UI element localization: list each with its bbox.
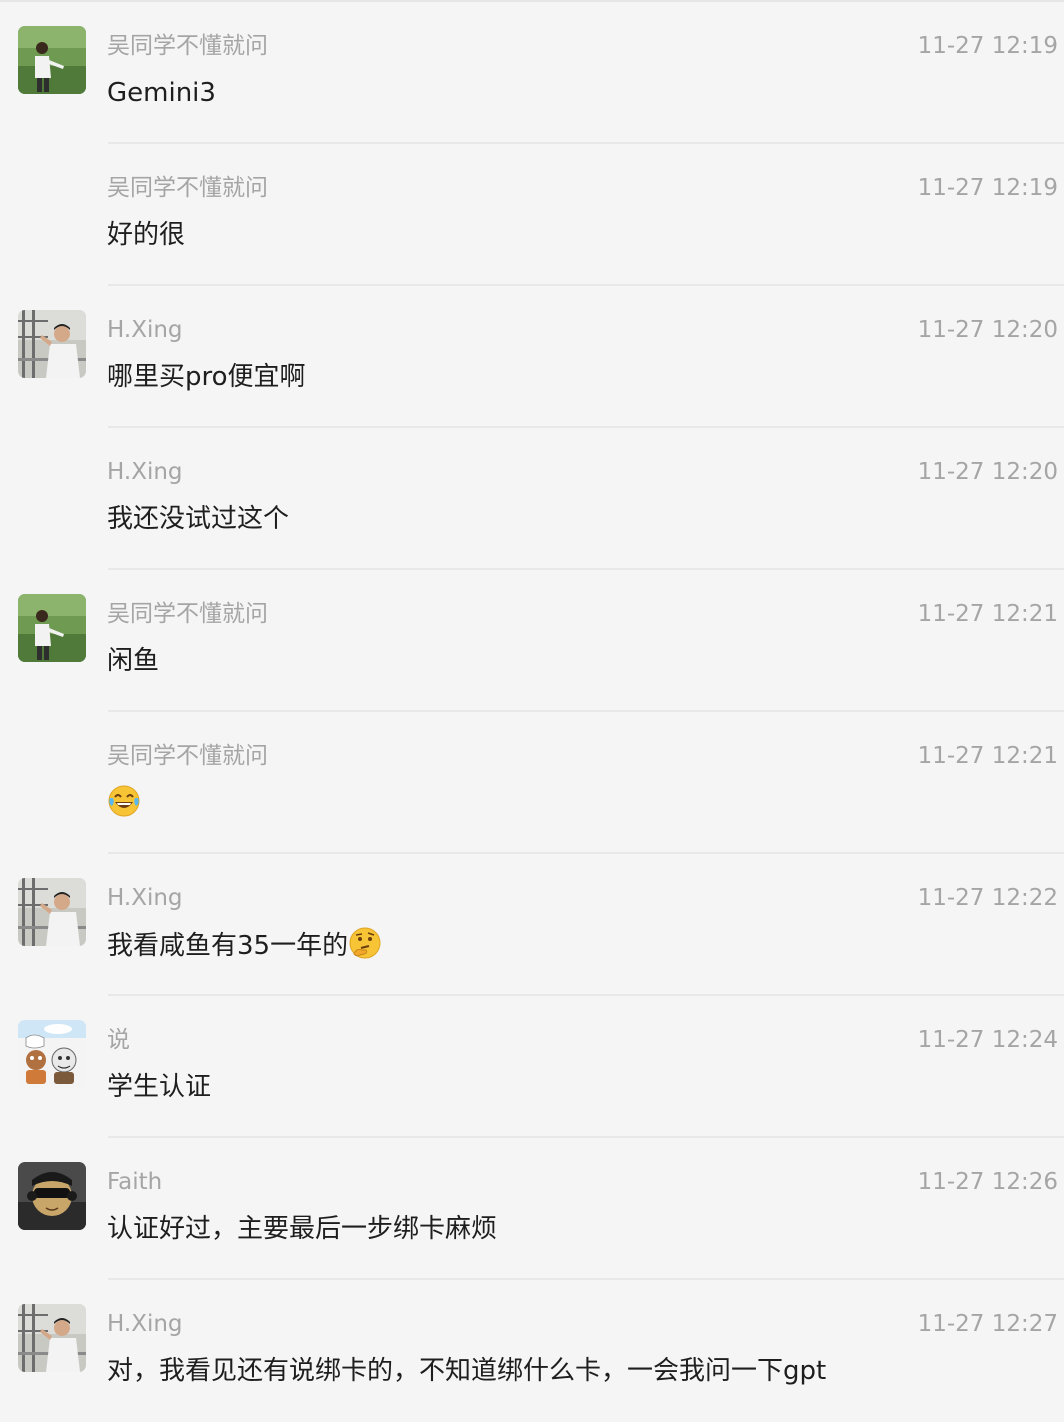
sender-name: 说 <box>107 1027 130 1053</box>
chat-message[interactable]: 说 11-27 12:24 学生认证 <box>0 996 1064 1138</box>
message-text[interactable]: Gemini3 <box>107 74 216 112</box>
thinking-emoji <box>348 926 382 960</box>
sender-name: 吴同学不懂就问 <box>107 601 268 627</box>
message-text[interactable]: 认证好过，主要最后一步绑卡麻烦 <box>107 1210 497 1248</box>
avatar-wu[interactable] <box>18 594 86 662</box>
message-time: 11-27 12:20 <box>917 459 1058 485</box>
sender-name: 吴同学不懂就问 <box>107 33 268 59</box>
message-text[interactable]: 好的很 <box>107 216 185 254</box>
message-text-content: 我看咸鱼有35一年的 <box>107 931 349 961</box>
message-time: 11-27 12:27 <box>917 1311 1058 1337</box>
sender-name: H.Xing <box>107 317 183 343</box>
message-time: 11-27 12:19 <box>917 175 1058 201</box>
message-text[interactable]: 我还没试过这个 <box>107 500 289 538</box>
message-time: 11-27 12:20 <box>917 317 1058 343</box>
chat-message-list[interactable]: 吴同学不懂就问 11-27 12:19 Gemini3 吴同学不懂就问 11-2… <box>0 0 1064 1420</box>
message-time: 11-27 12:24 <box>917 1027 1058 1053</box>
avatar-shuo[interactable] <box>18 1020 86 1088</box>
chat-message[interactable]: Faith 11-27 12:26 认证好过，主要最后一步绑卡麻烦 <box>0 1138 1064 1280</box>
message-text[interactable] <box>107 784 141 823</box>
message-text[interactable]: 我看咸鱼有35一年的 <box>107 926 382 965</box>
sender-name: 吴同学不懂就问 <box>107 175 268 201</box>
sender-name: H.Xing <box>107 1311 183 1337</box>
message-time: 11-27 12:22 <box>917 885 1058 911</box>
chat-message[interactable]: H.Xing 11-27 12:27 对，我看见还有说绑卡的，不知道绑什么卡，一… <box>0 1280 1064 1422</box>
sender-name: H.Xing <box>107 885 183 911</box>
sender-name: Faith <box>107 1169 163 1195</box>
sender-name: 吴同学不懂就问 <box>107 743 268 769</box>
avatar-hxing[interactable] <box>18 878 86 946</box>
message-time: 11-27 12:19 <box>917 33 1058 59</box>
avatar-wu[interactable] <box>18 26 86 94</box>
chat-message[interactable]: 吴同学不懂就问 11-27 12:21 闲鱼 <box>0 570 1064 712</box>
message-text[interactable]: 对，我看见还有说绑卡的，不知道绑什么卡，一会我问一下gpt <box>107 1352 826 1390</box>
message-time: 11-27 12:26 <box>917 1169 1058 1195</box>
message-text[interactable]: 闲鱼 <box>107 642 159 680</box>
avatar-hxing[interactable] <box>18 1304 86 1372</box>
message-time: 11-27 12:21 <box>917 601 1058 627</box>
message-time: 11-27 12:21 <box>917 743 1058 769</box>
chat-message[interactable]: H.Xing 11-27 12:20 哪里买pro便宜啊 <box>0 286 1064 428</box>
message-text[interactable]: 哪里买pro便宜啊 <box>107 358 306 396</box>
message-text[interactable]: 学生认证 <box>107 1068 211 1106</box>
tears-of-joy-emoji <box>107 784 141 818</box>
chat-message[interactable]: H.Xing 11-27 12:20 我还没试过这个 <box>0 428 1064 570</box>
chat-message[interactable]: 吴同学不懂就问 11-27 12:21 <box>0 712 1064 854</box>
avatar-hxing[interactable] <box>18 310 86 378</box>
avatar-faith[interactable] <box>18 1162 86 1230</box>
chat-message[interactable]: H.Xing 11-27 12:22 我看咸鱼有35一年的 <box>0 854 1064 996</box>
sender-name: H.Xing <box>107 459 183 485</box>
chat-message[interactable]: 吴同学不懂就问 11-27 12:19 Gemini3 <box>0 2 1064 144</box>
chat-message[interactable]: 吴同学不懂就问 11-27 12:19 好的很 <box>0 144 1064 286</box>
